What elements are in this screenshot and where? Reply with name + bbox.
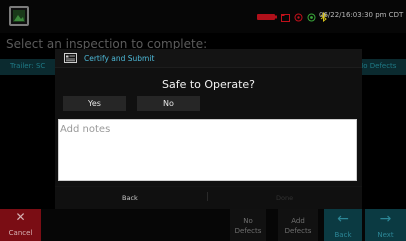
status-icons: [257, 10, 327, 24]
back-button[interactable]: ← Back: [324, 209, 362, 241]
certify-submit-dialog: Certify and Submit Safe to Operate? Yes …: [55, 49, 362, 209]
gps-icon: [294, 13, 303, 21]
cancel-button[interactable]: ✕ Cancel: [0, 209, 41, 241]
next-button[interactable]: → Next: [365, 209, 406, 241]
add-defects-label-line1: Add: [291, 217, 305, 225]
notes-field[interactable]: Add notes: [58, 119, 357, 181]
next-label: Next: [377, 231, 394, 239]
folder-icon: [281, 13, 290, 22]
column-defect-status: No Defects: [358, 62, 397, 70]
app-icon[interactable]: [9, 6, 29, 26]
arrow-right-icon: →: [379, 211, 392, 227]
no-defects-label-line2: Defects: [234, 227, 262, 235]
footer-divider: [207, 192, 208, 201]
status-bar: 06/22/16:03:30 pm CDT: [0, 0, 406, 33]
close-icon: ✕: [15, 210, 26, 224]
status-datetime: 06/22/16:03:30 pm CDT: [319, 11, 404, 19]
add-defects-label-line2: Defects: [284, 227, 312, 235]
dialog-header: Certify and Submit: [55, 49, 362, 68]
document-icon: [64, 53, 77, 63]
dialog-divider: [55, 186, 362, 187]
image-icon: [13, 10, 25, 22]
yes-button[interactable]: Yes: [63, 96, 126, 111]
dialog-back-button[interactable]: Back: [122, 194, 138, 202]
dialog-title: Certify and Submit: [84, 54, 155, 63]
back-label: Back: [334, 231, 352, 239]
safe-to-operate-question: Safe to Operate?: [162, 78, 255, 91]
dialog-done-button[interactable]: Done: [276, 194, 293, 202]
no-defects-button[interactable]: No Defects: [230, 209, 266, 241]
no-defects-label-line1: No: [243, 217, 253, 225]
arrow-left-icon: ←: [337, 211, 349, 227]
cancel-label: Cancel: [8, 229, 33, 237]
battery-icon: [257, 14, 277, 20]
no-button[interactable]: No: [137, 96, 200, 111]
column-trailer: Trailer: SC: [10, 62, 46, 70]
signal-icon: [307, 13, 316, 21]
add-defects-button[interactable]: Add Defects: [278, 209, 318, 241]
